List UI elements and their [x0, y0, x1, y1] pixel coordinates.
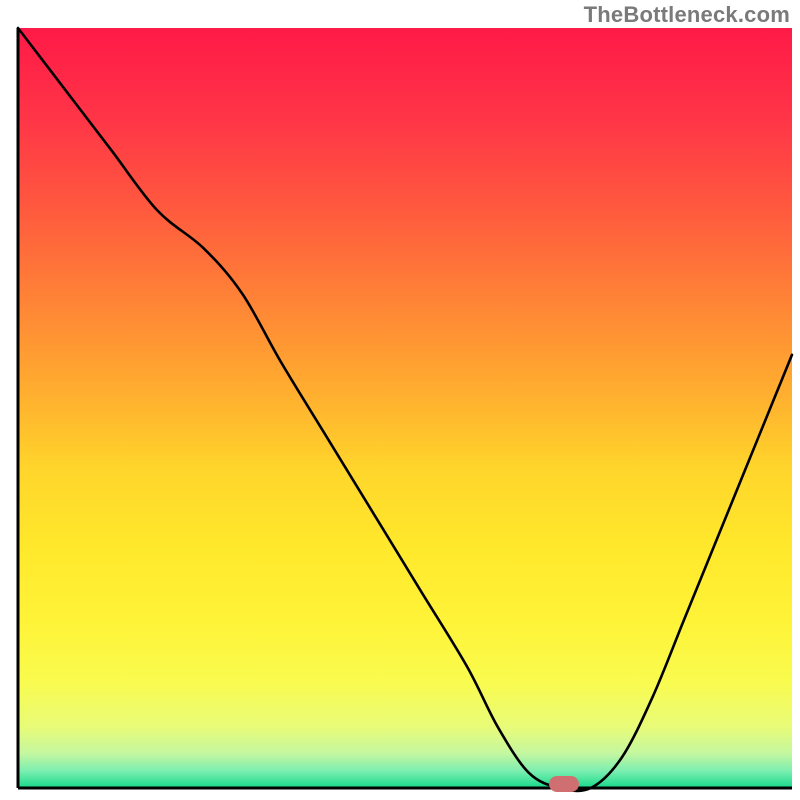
watermark-text: TheBottleneck.com [584, 2, 790, 28]
bottleneck-chart: TheBottleneck.com [0, 0, 800, 800]
optimal-point-marker [549, 776, 579, 792]
gradient-background [18, 28, 792, 788]
chart-svg [0, 0, 800, 800]
